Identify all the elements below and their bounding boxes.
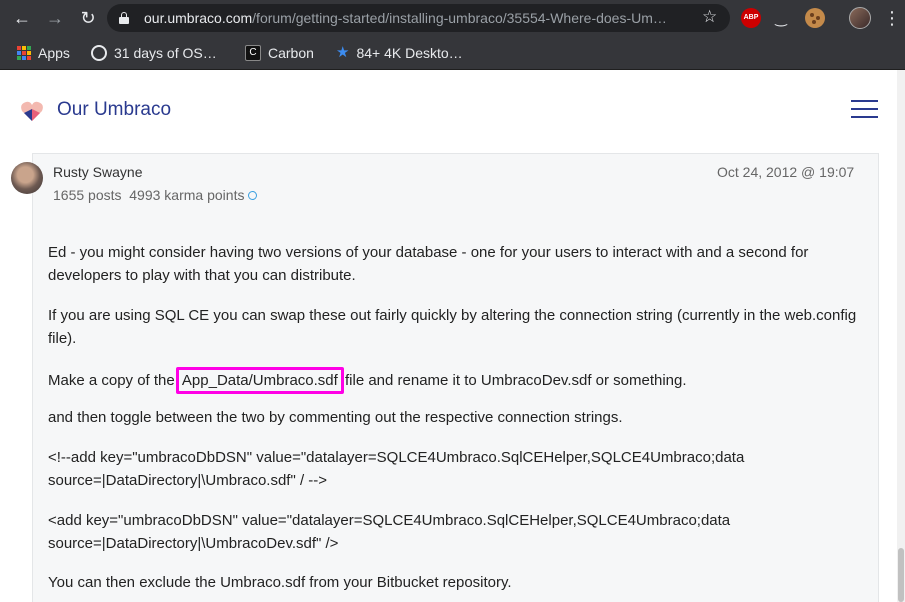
site-header: Our Umbraco — [0, 70, 905, 150]
text-run: Make a copy of the — [48, 372, 179, 389]
highlighted-path: App_Data/Umbraco.sdf — [175, 367, 344, 394]
hamburger-menu-icon[interactable] — [851, 100, 878, 118]
post-paragraph: Make a copy of the App_Data/Umbraco.sdf … — [48, 367, 868, 394]
bookmark-label: Carbon — [268, 45, 314, 61]
bookmark-4k-desktop[interactable]: ★ 84+ 4K Deskto… — [336, 44, 463, 62]
lock-icon — [119, 12, 129, 24]
post-code-commented: <!--add key="umbracoDbDSN" value="datala… — [48, 449, 745, 489]
os-icon — [91, 45, 107, 62]
bookmark-apps[interactable]: Apps — [17, 44, 70, 62]
url-text[interactable]: our.umbraco.com/forum/getting-started/in… — [144, 10, 684, 26]
bookmark-carbon[interactable]: C Carbon — [245, 44, 314, 62]
bookmark-label: 31 days of OS… — [114, 45, 217, 61]
url-host: our.umbraco.com — [144, 10, 253, 26]
post-paragraph: Ed - you might consider having two versi… — [48, 244, 809, 284]
author-name[interactable]: Rusty Swayne — [53, 163, 142, 181]
adblock-plus-icon[interactable]: ABP — [741, 8, 761, 28]
post-paragraph: You can then exclude the Umbraco.sdf fro… — [48, 574, 512, 591]
profile-avatar[interactable] — [849, 7, 871, 29]
apps-icon — [17, 46, 31, 61]
star-icon: ★ — [336, 44, 350, 62]
post-paragraph: and then toggle between the two by comme… — [48, 409, 623, 426]
author-stats: 1655 posts 4993 karma points — [53, 186, 258, 204]
forward-icon[interactable]: → — [43, 6, 67, 30]
bookmark-31-days[interactable]: 31 days of OS… — [91, 44, 217, 62]
url-path: /forum/getting-started/installing-umbrac… — [252, 10, 667, 26]
more-menu-icon[interactable]: ⋮ — [883, 6, 901, 30]
mustache-icon[interactable]: ‿ — [771, 8, 791, 28]
bookmark-label: Apps — [38, 45, 70, 61]
reload-icon[interactable]: ↻ — [76, 6, 100, 30]
page-scrollbar[interactable] — [897, 70, 905, 602]
browser-toolbar: ← → ↻ our.umbraco.com/forum/getting-star… — [0, 0, 905, 36]
author-stats-text: 1655 posts 4993 karma points — [53, 187, 245, 203]
text-run: file and rename it to UmbracoDev.sdf or … — [340, 372, 687, 389]
cookie-icon[interactable] — [805, 8, 825, 28]
scrollbar-thumb[interactable] — [898, 548, 904, 602]
bookmarks-bar: Apps 31 days of OS… C Carbon ★ 84+ 4K Desk… — [0, 36, 905, 70]
back-icon[interactable]: ← — [10, 6, 34, 30]
bookmark-star-icon[interactable]: ☆ — [702, 7, 717, 27]
bookmark-label: 84+ 4K Deskto… — [356, 45, 463, 61]
post-paragraph: If you are using SQL CE you can swap the… — [48, 307, 857, 347]
online-status-icon — [248, 190, 258, 200]
post-code-active: <add key="umbracoDbDSN" value="datalayer… — [48, 512, 731, 552]
umbraco-logo-icon[interactable] — [20, 100, 44, 122]
post-date[interactable]: Oct 24, 2012 @ 19:07 — [717, 163, 854, 181]
carbon-icon: C — [245, 45, 261, 62]
site-brand[interactable]: Our Umbraco — [57, 99, 171, 121]
author-avatar[interactable] — [11, 162, 43, 194]
address-bar[interactable]: our.umbraco.com/forum/getting-started/in… — [107, 4, 730, 32]
